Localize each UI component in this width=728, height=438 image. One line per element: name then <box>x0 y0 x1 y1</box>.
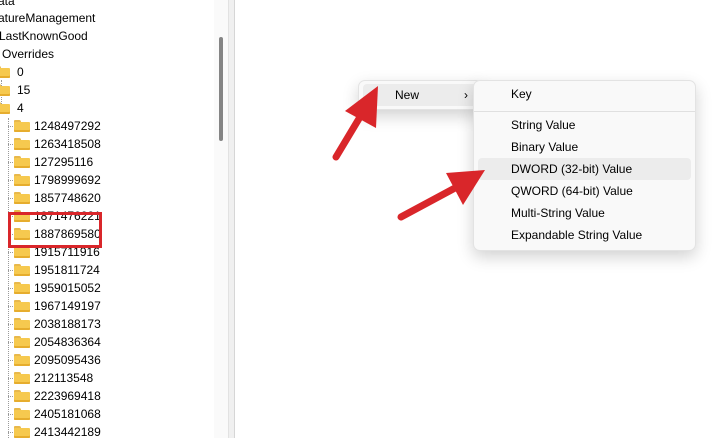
annotation-arrow <box>397 170 485 221</box>
annotation-arrow <box>332 86 378 161</box>
annotation-arrows <box>332 86 485 221</box>
